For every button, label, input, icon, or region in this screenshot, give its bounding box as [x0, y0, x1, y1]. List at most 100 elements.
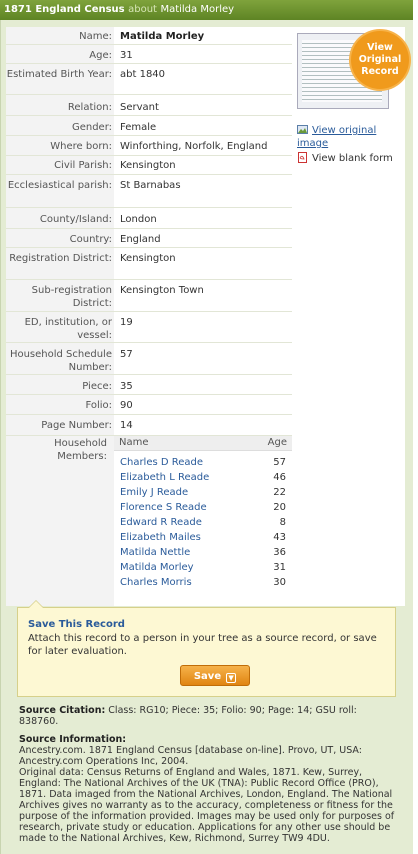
row-label: Civil Parish: [54, 160, 112, 171]
household-member-name[interactable]: Matilda Morley [120, 560, 194, 575]
row-value: 90 [120, 400, 133, 411]
row-value: Winforthing, Norfolk, England [120, 141, 268, 152]
save-record-description: Attach this record to a person in your t… [28, 633, 377, 657]
save-record-box: Save This Record Attach this record to a… [17, 607, 396, 697]
record-row-civil-parish: Civil Parish: Kensington [6, 156, 292, 175]
row-value: abt 1840 [120, 69, 166, 80]
record-row-gender: Gender: Female [6, 116, 292, 136]
source-citation-heading: Source Citation: [19, 705, 106, 716]
source-information: Source Information: Ancestry.com. 1871 E… [19, 734, 399, 844]
record-row-name: Name: Matilda Morley [6, 27, 292, 45]
record-row-ed: ED, institution, or vessel: 19 [6, 312, 292, 343]
household-member-age: 46 [273, 472, 286, 483]
callout-notch-fill [29, 601, 43, 608]
household-member-age: 20 [273, 502, 286, 513]
view-original-image-text: View original image [297, 125, 377, 149]
household-member-row[interactable]: Florence S Reade 20 [114, 500, 292, 515]
row-label: Sub-registration District: [31, 285, 112, 309]
row-value: 19 [120, 317, 133, 328]
record-row-piece: Piece: 35 [6, 375, 292, 395]
record-row-ecclesiastical-parish: Ecclesiastical parish: St Barnabas [6, 175, 292, 208]
save-button[interactable]: Save ▼ [180, 665, 250, 686]
page-header: 1871 England Census about Matilda Morley [0, 0, 413, 20]
row-label: Ecclesiastical parish: [7, 180, 112, 191]
household-member-row[interactable]: Matilda Nettle 36 [114, 545, 292, 560]
household-member-age: 8 [279, 517, 286, 528]
record-row-where-born: Where born: Winforthing, Norfolk, Englan… [6, 136, 292, 156]
row-value: 57 [120, 349, 133, 360]
name-column-header: Name [119, 437, 149, 448]
view-blank-form-link[interactable]: View blank form [297, 152, 393, 165]
row-value: Kensington Town [120, 285, 204, 296]
household-member-name[interactable]: Edward R Reade [120, 515, 202, 530]
household-member-row[interactable]: Charles Morris 30 [114, 575, 292, 590]
record-row-age: Age: 31 [6, 45, 292, 64]
row-label: Country: [69, 234, 112, 245]
household-member-row[interactable]: Elizabeth Mailes 43 [114, 530, 292, 545]
view-original-image-link[interactable]: View original image [297, 124, 397, 150]
row-label: Gender: [71, 122, 112, 133]
record-row-folio: Folio: 90 [6, 395, 292, 415]
household-member-row[interactable]: Emily J Reade 22 [114, 485, 292, 500]
household-member-row[interactable]: Charles D Reade 57 [114, 455, 292, 470]
row-value: Kensington [120, 160, 176, 171]
household-table-header: Name Age [114, 436, 292, 451]
record-panel: Name: Matilda Morley Age: 31 Estimated B… [6, 27, 405, 606]
household-member-row[interactable]: Elizabeth L Reade 46 [114, 470, 292, 485]
badge-line: View [367, 42, 393, 53]
age-column-header: Age [267, 437, 287, 448]
row-value: London [120, 214, 157, 225]
household-member-name[interactable]: Elizabeth L Reade [120, 470, 209, 485]
view-original-record-badge[interactable]: View Original Record [351, 31, 409, 89]
household-member-age: 22 [273, 487, 286, 498]
row-label: ED, institution, or vessel: [24, 317, 112, 341]
record-row-sub-registration-district: Sub-registration District: Kensington To… [6, 280, 292, 312]
row-value: 31 [120, 50, 133, 61]
collection-title: 1871 England Census [4, 4, 125, 15]
household-member-age: 31 [273, 562, 286, 573]
chevron-down-icon: ▼ [226, 673, 237, 683]
record-row-birth-year: Estimated Birth Year: abt 1840 [6, 64, 292, 95]
row-label: Relation: [67, 102, 112, 113]
row-value: Kensington [120, 253, 176, 264]
record-row-household-schedule: Household Schedule Number: 57 [6, 343, 292, 375]
image-icon [297, 125, 308, 134]
household-member-row[interactable]: Edward R Reade 8 [114, 515, 292, 530]
row-label: Piece: [82, 381, 112, 392]
row-value: Matilda Morley [120, 31, 205, 42]
household-member-age: 57 [273, 457, 286, 468]
household-member-row[interactable]: Matilda Morley 31 [114, 560, 292, 575]
household-member-name[interactable]: Florence S Reade [120, 500, 207, 515]
badge-line: Record [361, 66, 399, 77]
row-value: Servant [120, 102, 159, 113]
row-value: Female [120, 122, 157, 133]
view-blank-form-text: View blank form [312, 153, 393, 164]
row-value: England [120, 234, 161, 245]
record-row-county: County/Island: London [6, 208, 292, 229]
source-information-line2: Original data: Census Returns of England… [19, 767, 395, 844]
row-label: Folio: [85, 400, 112, 411]
household-member-age: 43 [273, 532, 286, 543]
household-member-name[interactable]: Elizabeth Mailes [120, 530, 201, 545]
row-label: Estimated Birth Year: [6, 69, 112, 80]
household-members-label: Household Members: [54, 438, 107, 462]
record-row-registration-district: Registration District: Kensington [6, 248, 292, 280]
source-citation: Source Citation: Class: RG10; Piece: 35;… [19, 705, 399, 727]
row-label: Name: [79, 31, 112, 42]
household-member-name[interactable]: Charles D Reade [120, 455, 203, 470]
household-member-name[interactable]: Charles Morris [120, 575, 192, 590]
save-record-title: Save This Record [28, 619, 125, 630]
household-member-age: 36 [273, 547, 286, 558]
record-row-country: Country: England [6, 229, 292, 248]
save-button-label: Save [193, 671, 222, 682]
row-label: Household Schedule Number: [9, 349, 112, 373]
household-member-age: 30 [273, 577, 286, 588]
row-value: 14 [120, 420, 133, 431]
row-label: Page Number: [41, 420, 112, 431]
header-person-name: Matilda Morley [160, 4, 235, 15]
household-member-name[interactable]: Emily J Reade [120, 485, 188, 500]
record-row-page-number: Page Number: 14 [6, 415, 292, 436]
household-member-name[interactable]: Matilda Nettle [120, 545, 190, 560]
row-value: 35 [120, 381, 133, 392]
source-information-heading: Source Information: [19, 734, 127, 745]
